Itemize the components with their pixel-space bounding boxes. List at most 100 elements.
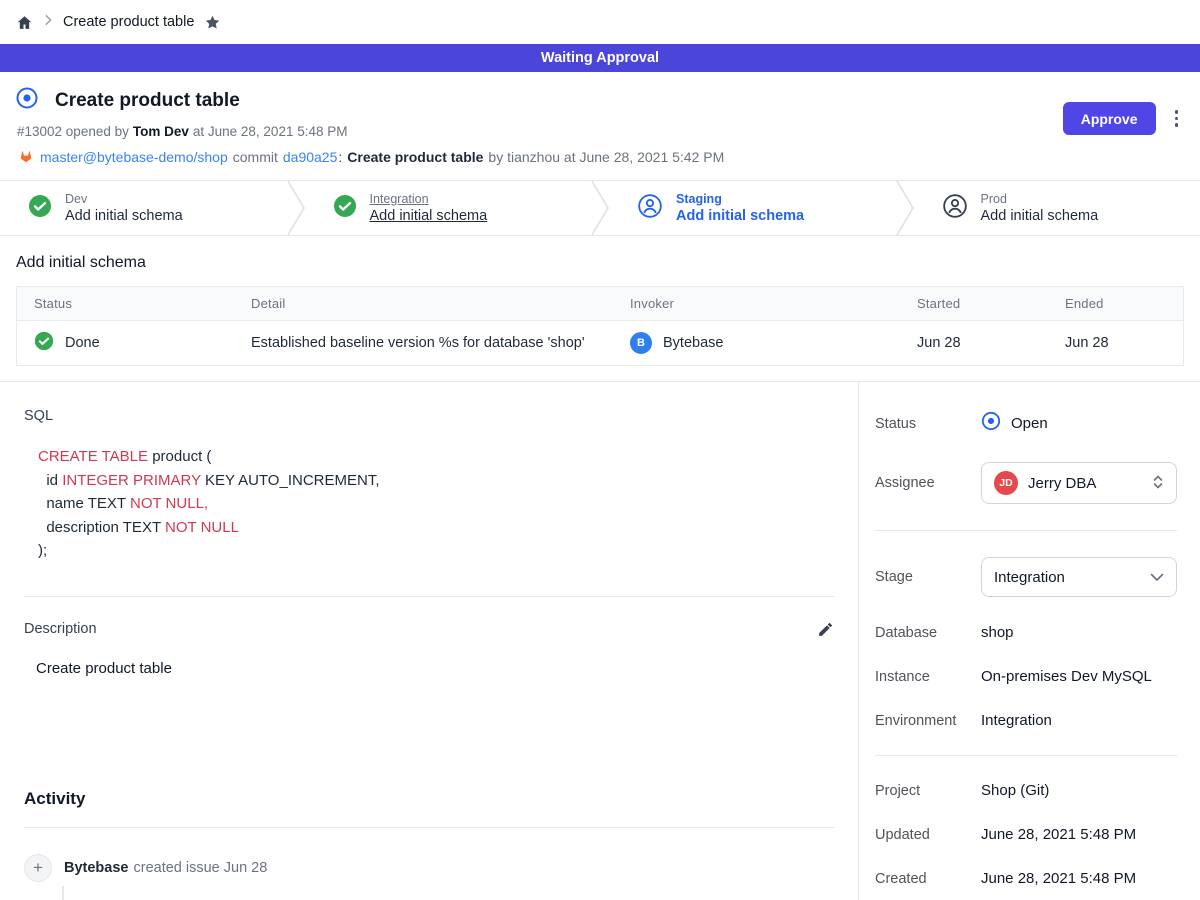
issue-title: Create product table (55, 90, 240, 112)
description-text[interactable]: Create product table (36, 660, 834, 677)
created-value: June 28, 2021 5:48 PM (981, 870, 1177, 887)
check-circle-icon (34, 331, 54, 355)
stage-label: Stage (875, 569, 981, 585)
git-branch-link[interactable]: master@bytebase-demo/shop (40, 149, 228, 165)
approval-banner-text: Waiting Approval (541, 50, 659, 66)
column-header-started: Started (900, 287, 1048, 320)
environment-label: Environment (875, 713, 981, 729)
task-detail: Established baseline version %s for data… (234, 325, 613, 361)
project-value: Shop (Git) (981, 782, 1177, 799)
circle-dot-icon (981, 411, 1001, 436)
pencil-icon[interactable] (817, 621, 834, 638)
created-label: Created (875, 871, 981, 887)
task-status: Done (65, 335, 100, 351)
stage-staging[interactable]: Staging Add initial schema (609, 181, 896, 235)
approval-banner: Waiting Approval (0, 44, 1200, 72)
sql-code-line: id INTEGER PRIMARY KEY AUTO_INCREMENT, (38, 469, 834, 493)
home-icon[interactable] (16, 14, 33, 31)
chevrons-up-down-icon (1152, 474, 1164, 493)
check-circle-icon (333, 194, 357, 223)
task-table: Status Detail Invoker Started Ended Done… (16, 286, 1184, 366)
gitlab-fox-icon (17, 147, 35, 167)
main-area: SQL CREATE TABLE product ( id INTEGER PR… (0, 381, 1200, 900)
stage-task-label: Add initial schema (65, 208, 183, 224)
sql-code-line: description TEXT NOT NULL (38, 516, 834, 540)
star-icon[interactable] (204, 14, 221, 31)
column-header-status: Status (17, 287, 234, 320)
divider (875, 755, 1177, 756)
sql-code-line: CREATE TABLE product ( (38, 445, 834, 469)
status-value: Open (1011, 415, 1048, 432)
sql-section-label: SQL (24, 408, 834, 424)
activity-heading: Activity (24, 789, 834, 809)
stage-task-label: Add initial schema (676, 208, 804, 224)
sql-code-line: name TEXT NOT NULL, (38, 492, 834, 516)
task-table-header: Status Detail Invoker Started Ended (17, 287, 1183, 321)
instance-value: On-premises Dev MySQL (981, 668, 1177, 685)
database-label: Database (875, 625, 981, 641)
task-section: Add initial schema Status Detail Invoker… (0, 236, 1200, 366)
avatar: B (630, 332, 652, 354)
task-section-heading: Add initial schema (16, 254, 1184, 272)
breadcrumb-page-title: Create product table (63, 14, 194, 30)
sql-code: CREATE TABLE product ( id INTEGER PRIMAR… (38, 445, 834, 563)
instance-label: Instance (875, 669, 981, 685)
kebab-menu-icon[interactable] (1169, 106, 1185, 131)
task-ended: Jun 28 (1048, 325, 1183, 361)
activity-actor: Bytebase (64, 860, 128, 876)
description-section-label: Description (24, 621, 97, 637)
stage-env-label: Prod (981, 192, 1099, 206)
git-separator: : (338, 149, 342, 165)
stage-separator (896, 181, 914, 235)
stage-value: Integration (994, 569, 1140, 586)
stage-env-label: Integration (370, 192, 488, 206)
stage-dev[interactable]: Dev Add initial schema (0, 181, 287, 235)
git-commit-byline: by tianzhou at June 28, 2021 5:42 PM (488, 149, 724, 165)
stage-select[interactable]: Integration (981, 557, 1177, 597)
check-circle-icon (28, 194, 52, 223)
stage-prod[interactable]: Prod Add initial schema (914, 181, 1200, 235)
avatar: JD (994, 471, 1018, 495)
updated-value: June 28, 2021 5:48 PM (981, 826, 1177, 843)
circle-dot-icon (16, 87, 38, 114)
divider (24, 596, 834, 597)
chevron-down-icon (1150, 570, 1164, 585)
issue-author: Tom Dev (133, 124, 189, 139)
chevron-right-icon (43, 13, 53, 31)
column-header-invoker: Invoker (613, 287, 900, 320)
column-header-ended: Ended (1048, 287, 1183, 320)
column-header-detail: Detail (234, 287, 613, 320)
issue-sidebar: Status Open Assignee JD Jerry DBA (858, 382, 1200, 900)
stage-task-label: Add initial schema (981, 208, 1099, 224)
approve-button[interactable]: Approve (1063, 102, 1156, 135)
activity-detail: created issue Jun 28 (133, 860, 267, 876)
activity-timeline-connector (62, 886, 64, 900)
divider (24, 827, 834, 828)
issue-meta-prefix: #13002 opened by (17, 124, 129, 139)
assignee-value: Jerry DBA (1028, 475, 1142, 492)
person-circle-icon (637, 193, 663, 224)
stage-integration[interactable]: Integration Add initial schema (305, 181, 592, 235)
issue-meta: #13002 opened by Tom Dev at June 28, 202… (17, 124, 1184, 139)
git-commit-row: master@bytebase-demo/shop commit da90a25… (17, 147, 1184, 167)
stage-task-label: Add initial schema (370, 208, 488, 224)
git-commit-hash-link[interactable]: da90a25 (283, 149, 338, 165)
updated-label: Updated (875, 827, 981, 843)
bytebase-issue-page: Create product table Waiting Approval Cr… (0, 0, 1200, 900)
git-commit-message: Create product table (347, 149, 483, 165)
issue-meta-suffix: at June 28, 2021 5:48 PM (193, 124, 348, 139)
issue-detail-column: SQL CREATE TABLE product ( id INTEGER PR… (0, 382, 858, 900)
plus-icon[interactable]: + (24, 854, 52, 882)
task-table-row[interactable]: Done Established baseline version %s for… (17, 321, 1183, 365)
activity-item: + Bytebase created issue Jun 28 (24, 854, 834, 882)
person-circle-icon (942, 193, 968, 224)
pipeline-stage-bar: Dev Add initial schema Integration Add i… (0, 180, 1200, 236)
database-value: shop (981, 624, 1177, 641)
stage-separator (287, 181, 305, 235)
task-started: Jun 28 (900, 325, 1048, 361)
stage-separator (591, 181, 609, 235)
divider (875, 530, 1177, 531)
status-label: Status (875, 416, 981, 432)
assignee-select[interactable]: JD Jerry DBA (981, 462, 1177, 504)
stage-env-label: Dev (65, 192, 183, 206)
